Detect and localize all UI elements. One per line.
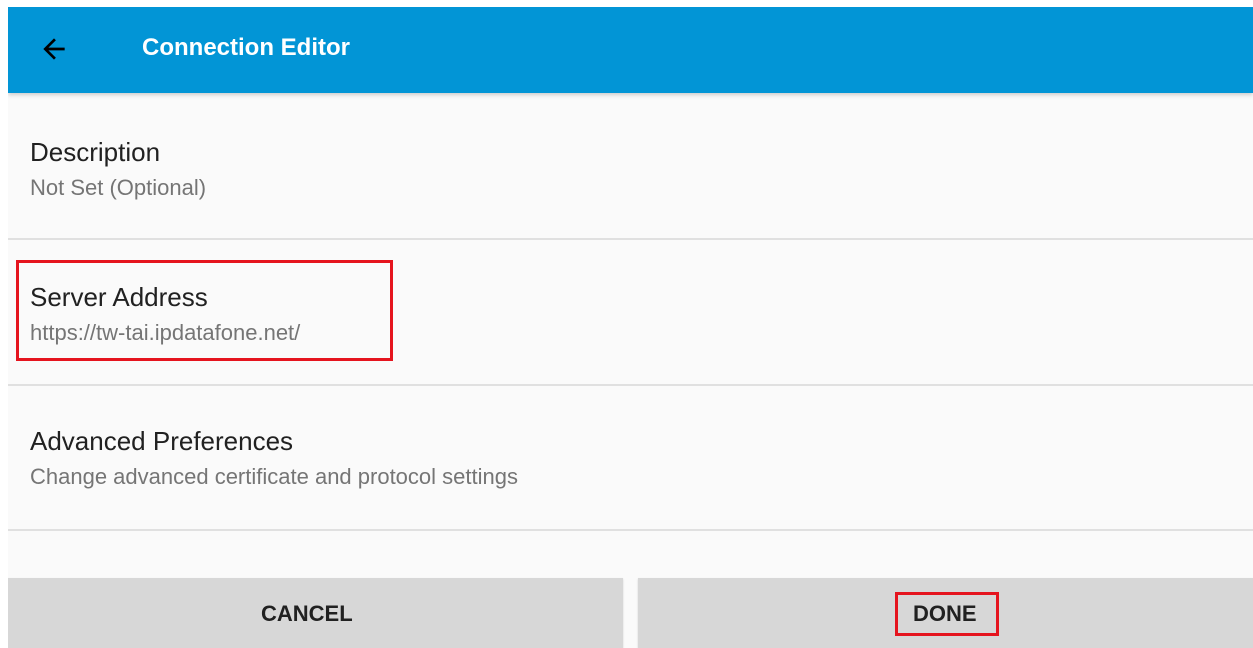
preference-summary: Change advanced certificate and protocol… (30, 464, 518, 489)
preference-server-address[interactable]: Server Address https://tw-tai.ipdatafone… (8, 239, 1253, 384)
page-title: Connection Editor (142, 34, 350, 61)
back-button[interactable] (30, 25, 78, 73)
done-button[interactable]: DONE (638, 578, 1253, 648)
preference-summary: Not Set (Optional) (30, 175, 207, 200)
preference-summary: https://tw-tai.ipdatafone.net/ (30, 320, 301, 345)
connection-editor-screen: Connection Editor Description Not Set (O… (8, 7, 1253, 648)
preference-title: Server Address (30, 282, 208, 312)
preference-title: Description (30, 137, 161, 167)
arrow-left-icon (43, 38, 65, 60)
preference-advanced[interactable]: Advanced Preferences Change advanced cer… (8, 385, 1253, 530)
done-button-label: DONE (913, 601, 977, 626)
app-bar: Connection Editor (8, 7, 1253, 93)
cancel-button-label: CANCEL (261, 601, 353, 626)
cancel-button[interactable]: CANCEL (8, 578, 623, 648)
divider (8, 529, 1253, 531)
preference-title: Advanced Preferences (30, 426, 294, 456)
preference-description[interactable]: Description Not Set (Optional) (8, 93, 1253, 238)
